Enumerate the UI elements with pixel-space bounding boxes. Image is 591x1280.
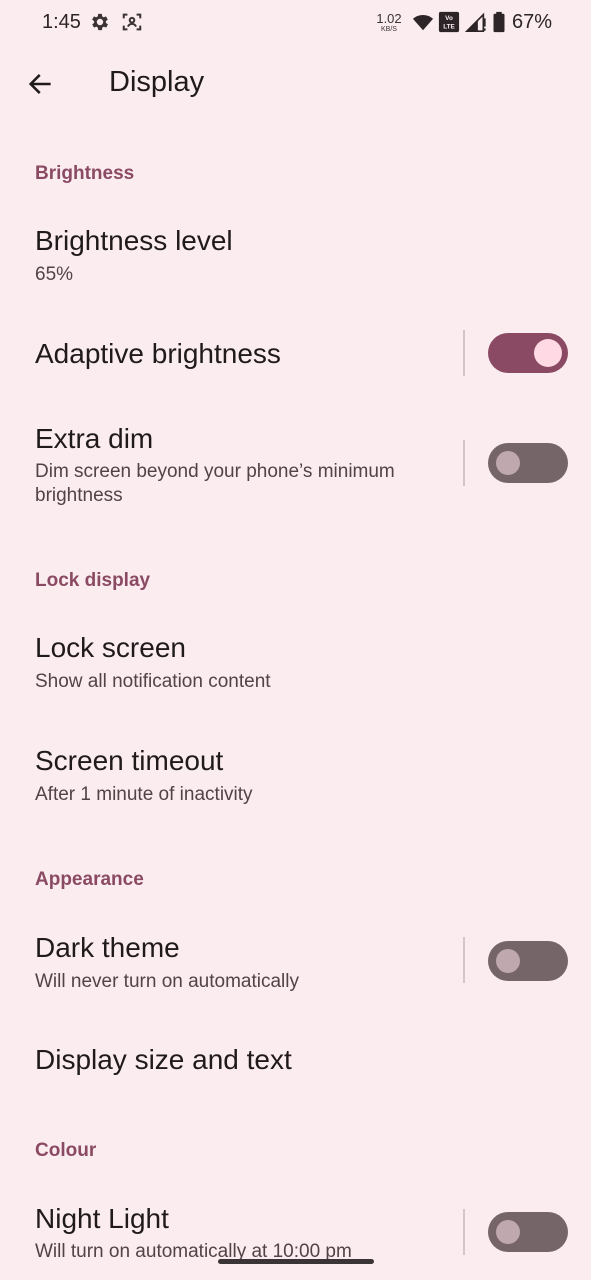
- switch-thumb: [496, 949, 520, 973]
- section-header-appearance: Appearance: [35, 869, 144, 890]
- battery-percentage: 67%: [512, 11, 553, 33]
- extra-dim-switch[interactable]: [488, 443, 568, 483]
- dark-theme-item[interactable]: Dark theme Will never turn on automatica…: [0, 912, 591, 1012]
- display-size-item[interactable]: Display size and text: [0, 1020, 591, 1102]
- lock-screen-item[interactable]: Lock screen Show all notification conten…: [0, 612, 591, 712]
- volte-icon: Vo LTE: [438, 11, 460, 33]
- extra-dim-title: Extra dim: [35, 423, 154, 454]
- switch-thumb: [496, 451, 520, 475]
- night-light-title: Night Light: [35, 1203, 169, 1234]
- divider: [463, 330, 465, 376]
- brightness-level-item[interactable]: Brightness level 65%: [0, 205, 591, 305]
- gear-icon: [89, 11, 111, 33]
- lock-screen-subtitle: Show all notification content: [35, 671, 271, 692]
- section-header-brightness: Brightness: [35, 163, 135, 184]
- brightness-level-title: Brightness level: [35, 225, 233, 256]
- status-time: 1:45: [42, 11, 81, 33]
- dark-theme-title: Dark theme: [35, 932, 180, 963]
- dark-theme-subtitle: Will never turn on automatically: [35, 971, 299, 992]
- face-scan-icon: [121, 11, 143, 33]
- section-header-colour: Colour: [35, 1140, 97, 1161]
- svg-text:Vo: Vo: [445, 15, 453, 22]
- net-speed-unit: KB/S: [381, 26, 397, 33]
- screen-timeout-item[interactable]: Screen timeout After 1 minute of inactiv…: [0, 725, 591, 825]
- status-bar: 1:45 1.02 KB/S Vo LTE 67%: [0, 0, 591, 46]
- battery-icon: [490, 11, 508, 33]
- arrow-back-icon: [28, 74, 51, 94]
- lock-screen-title: Lock screen: [35, 632, 186, 663]
- gesture-navigation-bar[interactable]: [218, 1259, 374, 1264]
- night-light-switch[interactable]: [488, 1212, 568, 1252]
- night-light-item[interactable]: Night Light Will turn on automatically a…: [0, 1183, 591, 1280]
- dark-theme-switch[interactable]: [488, 941, 568, 981]
- adaptive-brightness-switch[interactable]: [488, 333, 568, 373]
- switch-thumb: [496, 1220, 520, 1244]
- signal-icon: [465, 11, 487, 33]
- divider: [463, 1209, 465, 1255]
- display-size-title: Display size and text: [35, 1044, 292, 1075]
- extra-dim-item[interactable]: Extra dim Dim screen beyond your phone’s…: [0, 405, 591, 525]
- section-header-lock-display: Lock display: [35, 570, 151, 591]
- switch-thumb: [534, 339, 562, 367]
- net-speed-value: 1.02: [376, 11, 402, 26]
- adaptive-brightness-item[interactable]: Adaptive brightness: [0, 310, 591, 398]
- wifi-icon: [412, 11, 434, 33]
- extra-dim-subtitle: Dim screen beyond your phone’s minimum b…: [35, 461, 395, 506]
- brightness-level-value: 65%: [35, 264, 74, 285]
- screen-timeout-title: Screen timeout: [35, 745, 224, 776]
- divider: [463, 937, 465, 983]
- adaptive-brightness-title: Adaptive brightness: [35, 338, 281, 369]
- svg-text:LTE: LTE: [443, 23, 455, 30]
- net-speed: 1.02 KB/S: [372, 12, 406, 33]
- divider: [463, 440, 465, 486]
- page-title: Display: [109, 66, 205, 98]
- screen-timeout-subtitle: After 1 minute of inactivity: [35, 784, 253, 805]
- back-button[interactable]: [18, 62, 62, 106]
- app-bar: Display: [0, 50, 591, 120]
